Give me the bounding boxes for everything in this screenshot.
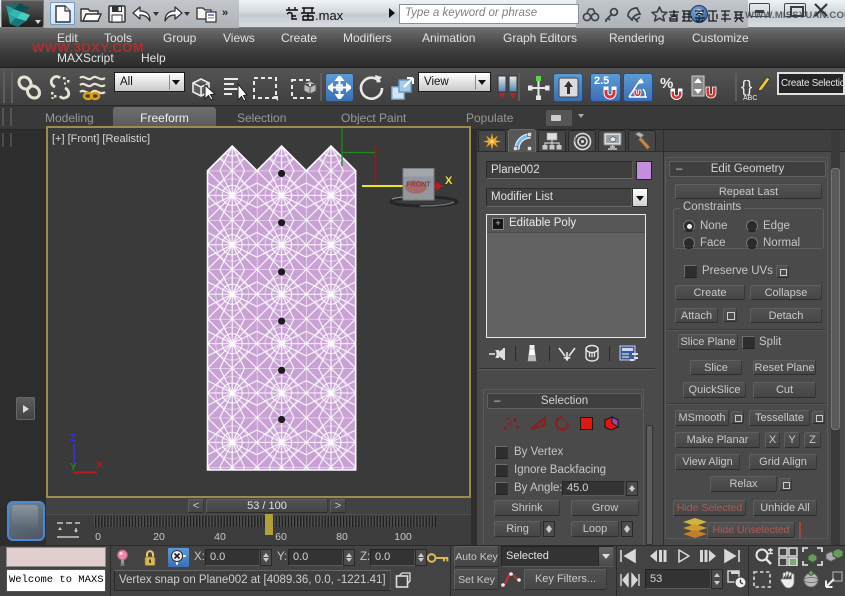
svg-text:Z: Z [70,433,76,444]
svg-text:X: X [96,460,103,471]
svg-text:20: 20 [153,531,165,543]
svg-text:X: X [445,175,453,187]
svg-text:60: 60 [275,531,287,543]
svg-text:Y: Y [70,462,77,473]
svg-text:ABC: ABC [743,95,757,101]
svg-text:{}: {} [741,77,753,96]
svg-text:80: 80 [336,531,348,543]
svg-text:100: 100 [394,531,412,543]
svg-text:0: 0 [95,531,101,543]
svg-text:40: 40 [214,531,226,543]
